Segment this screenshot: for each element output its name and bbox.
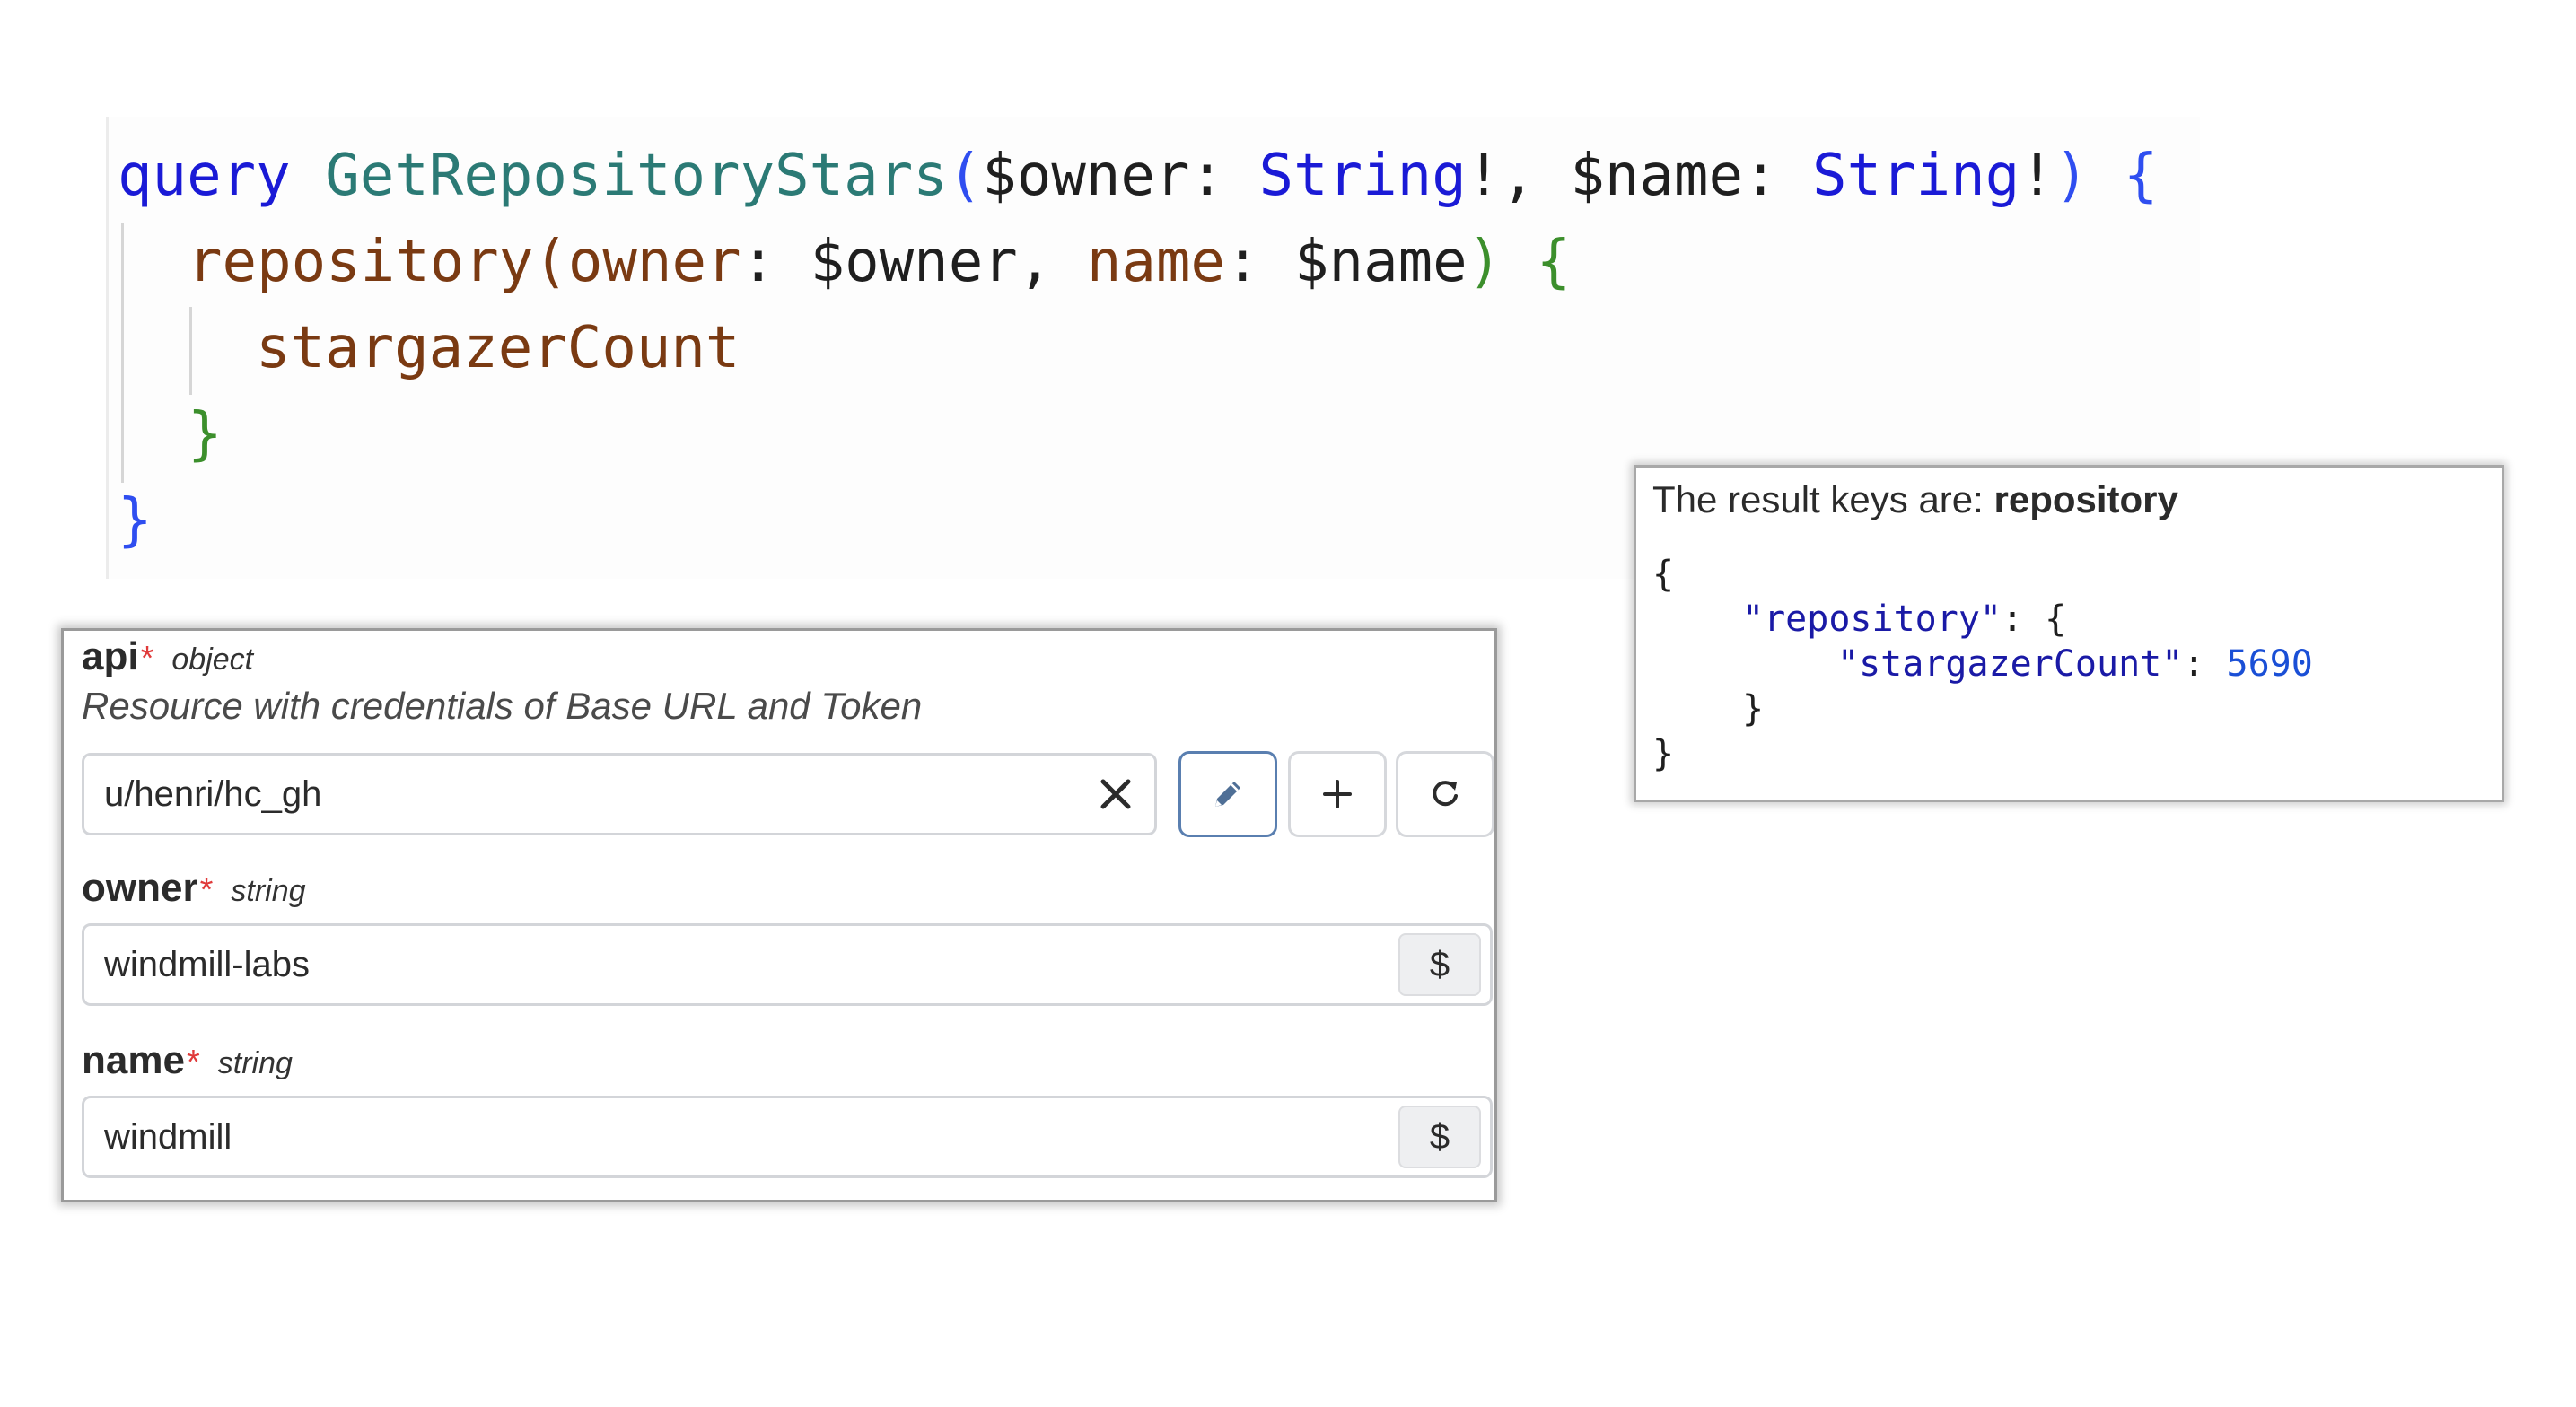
script-args-form: api * object Resource with credentials o…	[61, 628, 1497, 1202]
refresh-icon	[1433, 781, 1458, 807]
arg-header-api: api * object	[82, 634, 253, 679]
pencil-icon	[1215, 782, 1240, 807]
required-marker: *	[199, 871, 214, 909]
result-panel: The result keys are: repository { "repos…	[1634, 465, 2504, 802]
resource-picker-field[interactable]: u/henri/hc_gh	[82, 753, 1157, 835]
dollar-sign-icon[interactable]: $	[1398, 1106, 1481, 1168]
arg-type: object	[171, 642, 254, 677]
json-brace: {	[1652, 554, 1675, 595]
json-key-repository: "repository"	[1742, 599, 2002, 640]
indent-guide-outer	[121, 223, 124, 483]
indent-guide-inner	[189, 307, 192, 395]
arg-description: Resource with credentials of Base URL an…	[82, 685, 923, 727]
keyword-query: query	[118, 143, 291, 209]
json-key-stargazer-count: "stargazerCount"	[1837, 643, 2184, 685]
result-keys-title: The result keys are: repository	[1652, 478, 2178, 521]
close-icon	[1100, 779, 1131, 809]
arg-value-owner: $owner	[810, 229, 1018, 295]
open-brace: {	[2123, 143, 2159, 209]
colon: :	[1224, 229, 1294, 295]
add-resource-button[interactable]	[1288, 751, 1387, 837]
json-open-brace: {	[1652, 552, 1674, 597]
json-punct: : {	[2001, 599, 2067, 640]
arg-value-name: $name	[1294, 229, 1468, 295]
code-line-3: stargazerCount	[256, 312, 740, 384]
json-value-stargazer-count: 5690	[2226, 643, 2313, 685]
json-line-stargazer: "stargazerCount": 5690	[1837, 642, 2313, 686]
type-string: String	[1258, 143, 1467, 209]
arg-label: api	[82, 634, 139, 678]
json-brace: }	[1742, 688, 1765, 730]
required-marker: *	[186, 1044, 200, 1081]
bang: !	[2020, 143, 2055, 209]
bang-comma: !,	[1466, 143, 1571, 209]
json-inner-close: }	[1742, 686, 1764, 731]
close-brace: }	[188, 401, 223, 468]
arg-type: string	[231, 874, 306, 908]
clear-button[interactable]	[1093, 772, 1138, 817]
arg-owner: owner	[567, 229, 741, 295]
code-line-1: query GetRepositoryStars($owner: String!…	[118, 140, 2158, 212]
edit-resource-button[interactable]	[1178, 751, 1277, 837]
arg-name: name	[1086, 229, 1225, 295]
resource-path: u/henri/hc_gh	[104, 774, 322, 814]
open-paren: (	[533, 229, 568, 295]
arg-label: name	[82, 1038, 185, 1082]
colon: :	[1189, 143, 1259, 209]
json-punct: :	[2183, 643, 2227, 685]
field-stargazer-count: stargazerCount	[256, 315, 740, 381]
refresh-resources-button[interactable]	[1396, 751, 1494, 837]
operation-name: GetRepositoryStars	[325, 143, 948, 209]
json-outer-close: }	[1652, 731, 1674, 776]
arg-label: owner	[82, 866, 198, 910]
field-repository: repository	[188, 229, 534, 295]
code-line-2: repository(owner: $owner, name: $name) {	[188, 226, 1571, 298]
json-brace: }	[1652, 733, 1675, 774]
dollar-sign-icon[interactable]: $	[1398, 933, 1481, 996]
comma: ,	[1017, 229, 1087, 295]
close-paren: )	[2054, 143, 2090, 209]
result-keys-prefix: The result keys are:	[1652, 478, 1994, 520]
result-keys-list: repository	[1993, 478, 2178, 520]
arg-header-name: name * string	[82, 1038, 293, 1083]
name-value: windmill	[104, 1117, 232, 1157]
owner-value: windmill-labs	[104, 945, 310, 984]
open-paren: (	[947, 143, 983, 209]
code-line-4: }	[188, 398, 223, 470]
owner-input[interactable]: windmill-labs $	[82, 923, 1493, 1006]
variable-name: $name	[1570, 143, 1743, 209]
close-brace: }	[118, 487, 153, 554]
colon: :	[740, 229, 810, 295]
colon: :	[1742, 143, 1813, 209]
code-line-5: }	[118, 485, 153, 556]
screenshot-canvas: query GetRepositoryStars($owner: String!…	[0, 0, 2576, 1407]
name-input[interactable]: windmill $	[82, 1096, 1493, 1178]
variable-owner: $owner	[982, 143, 1190, 209]
type-string: String	[1812, 143, 2020, 209]
open-brace: {	[1536, 229, 1572, 295]
plus-icon	[1323, 780, 1352, 808]
required-marker: *	[140, 640, 154, 677]
arg-header-owner: owner * string	[82, 866, 306, 911]
close-paren: )	[1467, 229, 1503, 295]
json-line-repository: "repository": {	[1742, 597, 2066, 642]
arg-type: string	[217, 1046, 293, 1080]
